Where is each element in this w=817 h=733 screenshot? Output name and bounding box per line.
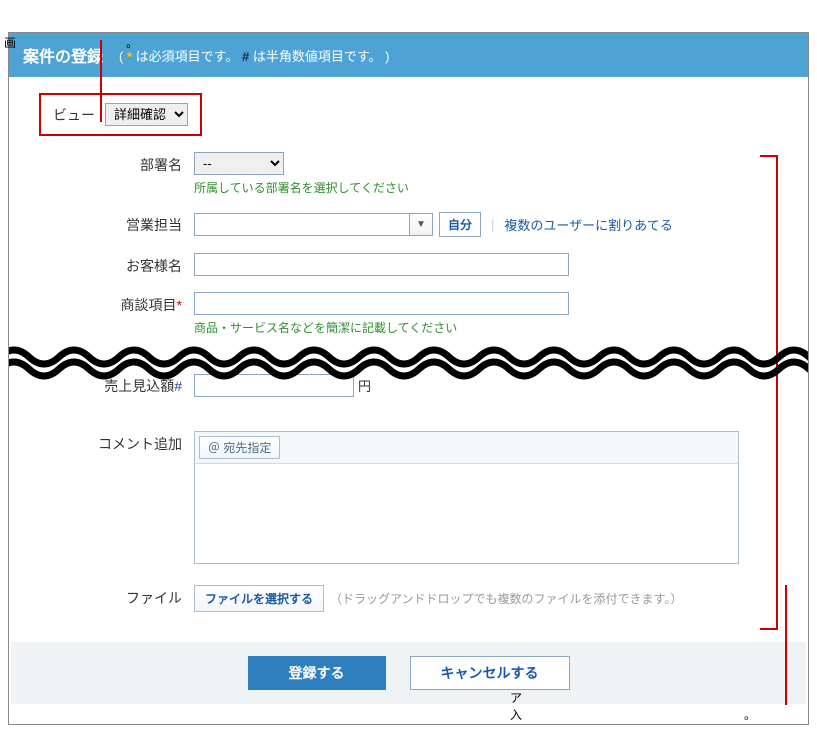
label-deal: 商談項目* xyxy=(39,292,194,315)
owner-dropdown-button[interactable]: ▼ xyxy=(409,213,433,236)
label-file: ファイル xyxy=(39,585,194,608)
row-comment: コメント追加 ＠ 宛先指定 xyxy=(39,431,778,567)
bottom-annotation-l1: ア xyxy=(510,689,522,706)
assign-self-button[interactable]: 自分 xyxy=(439,212,481,237)
chevron-down-icon: ▼ xyxy=(416,219,426,230)
register-panel: 案件の登録 ( * は必須項目です。 # は半角数値項目です。 ) ビュー 詳細… xyxy=(8,32,809,725)
row-customer: お客様名 xyxy=(39,253,778,276)
assign-multi-link[interactable]: 複数のユーザーに割りあてる xyxy=(504,215,672,234)
top-annotation-suffix: 。 xyxy=(126,36,138,50)
label-owner: 営業担当 xyxy=(39,212,194,235)
bottom-annotation-suffix: 。 xyxy=(744,708,756,722)
department-select[interactable]: -- xyxy=(194,152,284,175)
comment-textarea[interactable] xyxy=(194,464,739,564)
top-annotation: 画。 xyxy=(0,32,142,53)
view-label: ビュー xyxy=(53,105,95,125)
mention-button[interactable]: ＠ 宛先指定 xyxy=(199,436,280,459)
hint-deal: 商品・サービス名などを簡潔に記載してください xyxy=(194,319,569,336)
content-omission-wave xyxy=(9,346,808,380)
label-comment: コメント追加 xyxy=(39,431,194,454)
callout-line-bottom xyxy=(785,585,787,705)
required-mark: * xyxy=(177,297,182,313)
row-deal: 商談項目* 商品・サービス名などを簡潔に記載してください xyxy=(39,292,778,336)
owner-combobox: ▼ xyxy=(194,213,433,236)
owner-input[interactable] xyxy=(194,213,409,236)
label-customer: お客様名 xyxy=(39,253,194,276)
deal-input[interactable] xyxy=(194,292,569,315)
bottom-annotation-l2: 入 xyxy=(510,706,522,723)
view-select[interactable]: 詳細確認 xyxy=(105,103,188,126)
submit-button[interactable]: 登録する xyxy=(248,656,386,690)
file-select-button[interactable]: ファイルを選択する xyxy=(194,585,324,612)
hint-department: 所属している部署名を選択してください xyxy=(194,179,409,196)
top-annotation-prefix: 画 xyxy=(4,36,16,50)
view-selector-box: ビュー 詳細確認 xyxy=(39,93,202,136)
cancel-button[interactable]: キャンセルする xyxy=(410,656,570,690)
row-owner: 営業担当 ▼ 自分 | 複数のユーザーに割りあてる xyxy=(39,212,778,237)
separator-pipe: | xyxy=(491,217,494,232)
bottom-annotation: ア 入 。 xyxy=(510,689,756,723)
form-body: ビュー 詳細確認 部署名 -- 所属している部署名を選択してください 営業担当 xyxy=(9,77,808,622)
callout-bracket-right xyxy=(776,155,778,630)
comment-toolbar: ＠ 宛先指定 xyxy=(194,431,739,464)
row-department: 部署名 -- 所属している部署名を選択してください xyxy=(39,152,778,196)
header-note: ( * は必須項目です。 # は半角数値項目です。 ) xyxy=(119,46,389,65)
customer-input[interactable] xyxy=(194,253,569,276)
file-note: （ドラッグアンドドロップでも複数のファイルを添付できます。） xyxy=(330,590,682,607)
label-department: 部署名 xyxy=(39,152,194,175)
row-file: ファイル ファイルを選択する （ドラッグアンドドロップでも複数のファイルを添付で… xyxy=(39,585,778,612)
